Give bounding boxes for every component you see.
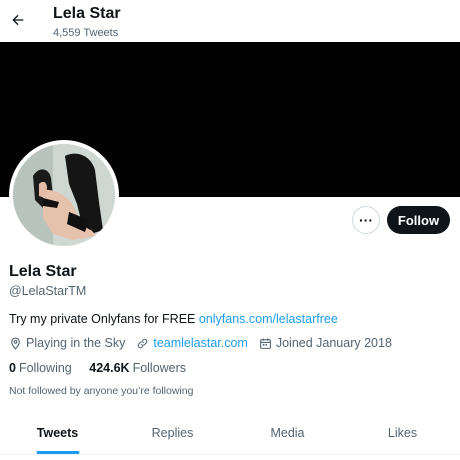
tab-likes[interactable]: Likes: [345, 412, 460, 454]
joined-item: Joined January 2018: [259, 335, 392, 351]
tab-media[interactable]: Media: [230, 412, 345, 454]
avatar-photo: [13, 144, 115, 246]
location-item: Playing in the Sky: [9, 335, 125, 351]
website-link[interactable]: teamlelastar.com: [153, 335, 247, 351]
followers-stat[interactable]: 424.6K Followers: [89, 360, 186, 376]
tab-label: Tweets: [36, 426, 79, 440]
tabs-divider: [0, 454, 460, 455]
more-options-button[interactable]: ···: [352, 206, 380, 234]
tab-tweets[interactable]: Tweets: [0, 412, 115, 454]
profile-tabs: Tweets Replies Media Likes: [0, 412, 460, 454]
not-followed-notice: Not followed by anyone you’re following: [9, 385, 194, 397]
top-bar: Lela Star 4,559 Tweets: [0, 0, 460, 42]
location-text: Playing in the Sky: [26, 336, 126, 350]
link-icon: [138, 338, 148, 348]
website-item: teamlelastar.com: [136, 335, 248, 351]
header-name: Lela Star: [53, 5, 121, 22]
following-label: Following: [18, 361, 72, 375]
bio-text: Try my private Onlyfans for FREE: [9, 312, 199, 326]
following-count: 0: [9, 361, 16, 375]
header-tweet-count: 4,559 Tweets: [53, 27, 119, 39]
follow-button[interactable]: Follow: [387, 206, 450, 234]
followers-label: Followers: [132, 361, 187, 375]
back-button[interactable]: [7, 9, 29, 31]
calendar-icon: [259, 338, 271, 349]
tab-label: Replies: [151, 426, 194, 440]
location-pin-icon: [11, 337, 20, 350]
profile-bio: Try my private Onlyfans for FREE onlyfan…: [9, 311, 338, 327]
joined-text: Joined January 2018: [275, 336, 392, 350]
tab-replies[interactable]: Replies: [115, 412, 230, 454]
tab-label: Likes: [387, 426, 418, 440]
followers-count: 424.6K: [89, 361, 130, 375]
following-stat[interactable]: 0 Following: [9, 360, 72, 376]
avatar[interactable]: [9, 140, 119, 250]
profile-display-name: Lela Star: [9, 263, 77, 280]
profile-stats: 0 Following 424.6K Followers: [9, 360, 200, 376]
profile-meta: Playing in the Sky teamlelastar.com Join…: [9, 335, 403, 351]
tab-label: Media: [270, 426, 305, 440]
bio-link[interactable]: onlyfans.com/lelastarfree: [199, 312, 338, 326]
profile-handle: @LelaStarTM: [9, 284, 87, 298]
back-arrow-icon: [12, 14, 24, 26]
